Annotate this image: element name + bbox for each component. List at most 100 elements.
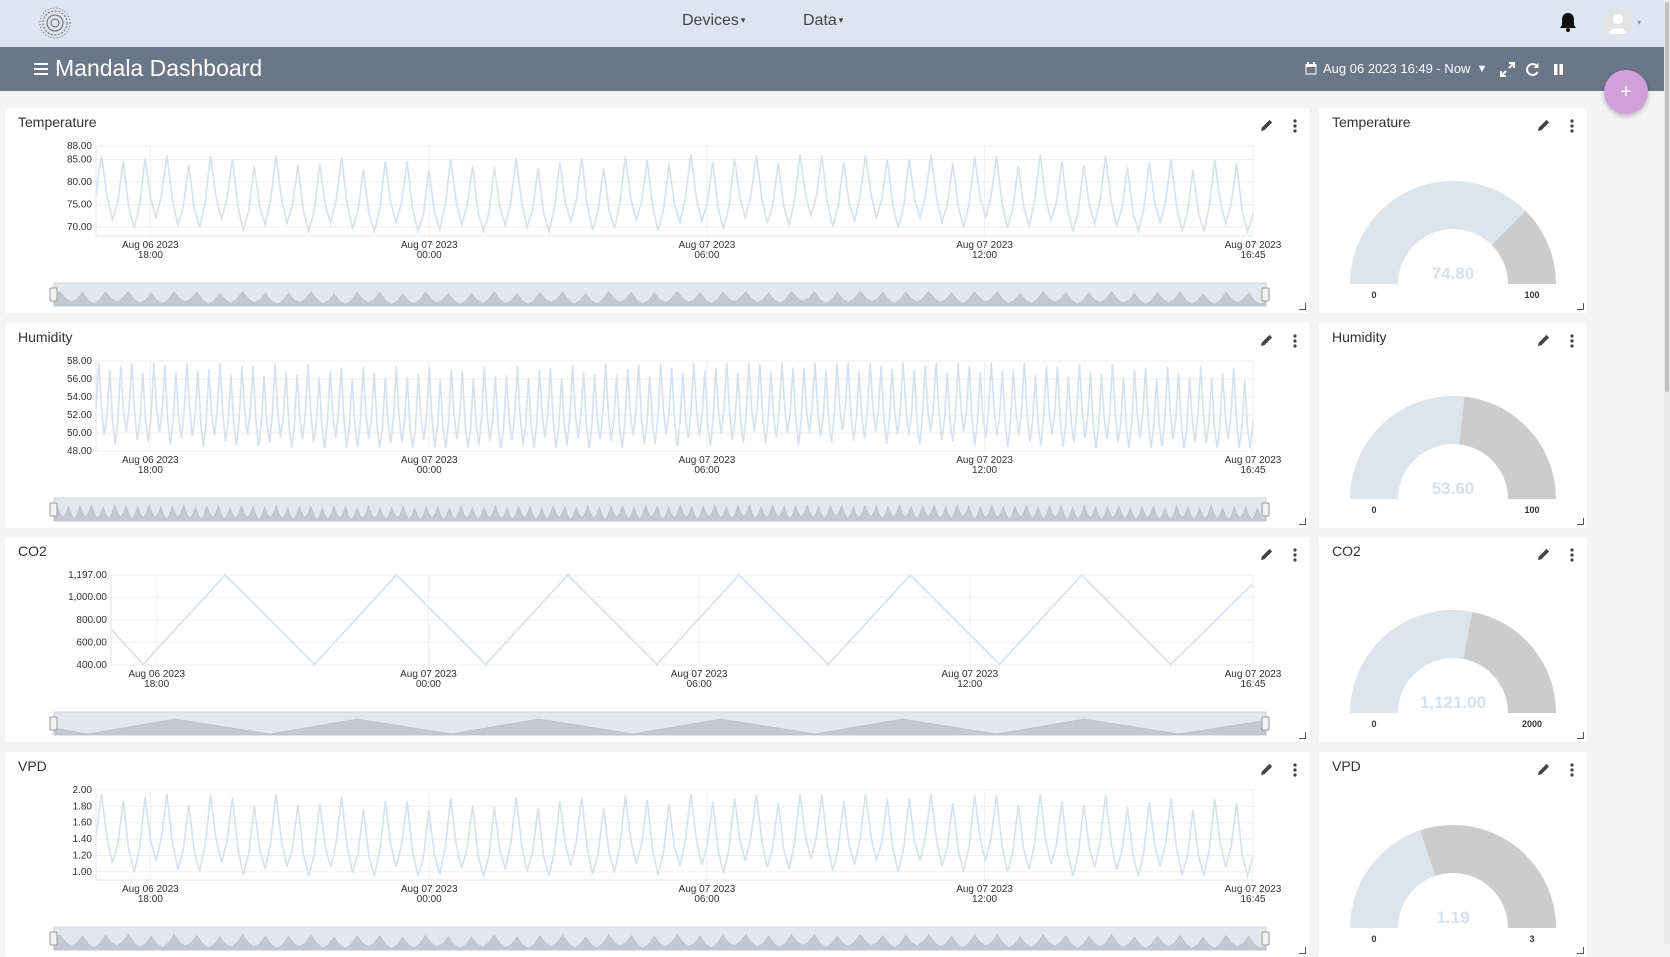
pause-icon[interactable] (1551, 62, 1566, 77)
resize-handle[interactable] (1577, 947, 1584, 954)
gauge-chart: 74.80 0 100 (1350, 181, 1556, 300)
date-range-picker[interactable]: Aug 06 2023 16:49 - Now ▼ (1305, 61, 1487, 76)
navigator-right-handle[interactable] (1261, 931, 1270, 946)
navigator-right-handle[interactable] (1261, 287, 1270, 302)
y-tick-label: 70.00 (67, 222, 92, 233)
x-tick-time: 06:00 (687, 679, 712, 690)
gauge-panel-humidity: Humidity 53.60 0 100 (1319, 323, 1587, 528)
resize-handle[interactable] (1577, 732, 1584, 739)
hamburger-menu-icon[interactable] (34, 63, 48, 75)
x-tick-label: Aug 06 2023 18:00 (122, 455, 179, 476)
x-tick-time: 06:00 (694, 465, 719, 476)
line-chart-panel-co2: CO2 1,197.00 1,000.00 800.00 600.00 400.00 Au… (5, 537, 1309, 742)
x-tick-time: 12:00 (972, 465, 997, 476)
line-chart-panel-vpd: VPD 2.00 1.80 1.60 1.40 1.20 1.00 Aug 06 2023 1… (5, 752, 1309, 957)
navigator-right-handle[interactable] (1261, 502, 1270, 517)
gauge-chart: 1.19 0 3 (1350, 825, 1556, 944)
resize-handle[interactable] (1299, 303, 1306, 310)
page-scrollbar[interactable] (1664, 0, 1670, 944)
y-tick-label: 48.00 (67, 446, 92, 457)
calendar-icon (1305, 62, 1317, 75)
avatar-caret-icon[interactable]: ▾ (1637, 18, 1641, 27)
x-tick-label: Aug 07 2023 06:00 (679, 240, 736, 261)
user-icon (1608, 14, 1628, 34)
x-tick-time: 12:00 (957, 679, 982, 690)
bell-icon[interactable] (1557, 11, 1579, 33)
navigator-left-handle[interactable] (49, 287, 58, 302)
scrollbar-thumb[interactable] (1665, 2, 1669, 392)
resize-handle[interactable] (1299, 947, 1306, 954)
gauge-min-label: 0 (1371, 290, 1376, 300)
x-tick-label: Aug 07 2023 16:45 (1225, 884, 1282, 905)
x-tick-time: 06:00 (694, 250, 719, 261)
x-tick-time: 12:00 (972, 250, 997, 261)
gauge-min-label: 0 (1371, 719, 1376, 729)
y-tick-label: 1,197.00 (68, 570, 107, 581)
x-tick-label: Aug 07 2023 00:00 (400, 669, 457, 690)
x-tick-time: 16:45 (1240, 679, 1265, 690)
gauge-panel-vpd: VPD 1.19 0 3 (1319, 752, 1587, 957)
series-line (95, 362, 1254, 449)
y-tick-label: 1.60 (73, 818, 93, 829)
x-tick-label: Aug 07 2023 00:00 (401, 240, 458, 261)
plot-area (95, 789, 1254, 881)
x-tick-label: Aug 07 2023 06:00 (671, 669, 728, 690)
refresh-icon[interactable] (1525, 62, 1540, 77)
x-tick-label: Aug 07 2023 12:00 (941, 669, 998, 690)
y-tick-label: 1.20 (73, 850, 93, 861)
x-tick-label: Aug 07 2023 00:00 (401, 884, 458, 905)
x-tick-label: Aug 07 2023 00:00 (401, 455, 458, 476)
navigator-right-handle[interactable] (1261, 716, 1270, 731)
y-tick-label: 56.00 (67, 374, 92, 385)
line-chart: 58.00 56.00 54.00 52.00 50.00 48.00 Aug 06 202… (49, 356, 1282, 522)
y-tick-label: 800.00 (76, 615, 107, 626)
page-title: Mandala Dashboard (55, 55, 263, 81)
y-tick-label: 52.00 (67, 410, 92, 421)
line-chart: 1,197.00 1,000.00 800.00 600.00 400.00 Aug 06… (49, 570, 1282, 736)
x-tick-label: Aug 07 2023 16:45 (1225, 240, 1282, 261)
y-tick-label: 600.00 (76, 637, 107, 648)
x-tick-label: Aug 06 2023 18:00 (122, 240, 179, 261)
gauge-value-label: 1,121.00 (1420, 693, 1486, 712)
add-widget-button[interactable]: + (1604, 70, 1648, 114)
dashboard-header: Mandala Dashboard Aug 06 2023 16:49 - No… (0, 47, 1664, 91)
x-tick-label: Aug 07 2023 16:45 (1225, 669, 1282, 690)
gauge-max-label: 3 (1529, 934, 1534, 944)
x-tick-label: Aug 06 2023 18:00 (128, 669, 185, 690)
x-tick-label: Aug 07 2023 12:00 (956, 884, 1013, 905)
series-line (95, 154, 1254, 235)
x-tick-time: 16:45 (1240, 465, 1265, 476)
navigator-left-handle[interactable] (49, 502, 58, 517)
devices-menu-label: Devices (682, 12, 739, 29)
gauge-chart: 53.60 0 100 (1350, 396, 1556, 515)
x-tick-time: 00:00 (417, 465, 442, 476)
fullscreen-icon[interactable] (1500, 62, 1515, 77)
x-tick-label: Aug 06 2023 18:00 (122, 884, 179, 905)
x-tick-time: 00:00 (417, 894, 442, 905)
y-tick-label: 80.00 (67, 177, 92, 188)
y-tick-label: 88.00 (67, 141, 92, 152)
gauge-max-label: 2000 (1522, 719, 1542, 729)
y-tick-label: 50.00 (67, 428, 92, 439)
mandala-logo-icon[interactable] (38, 6, 72, 40)
y-tick-label: 2.00 (73, 785, 93, 796)
resize-handle[interactable] (1299, 732, 1306, 739)
resize-handle[interactable] (1299, 518, 1306, 525)
user-avatar[interactable] (1604, 8, 1632, 36)
navigator-left-handle[interactable] (49, 931, 58, 946)
gauge-min-label: 0 (1371, 934, 1376, 944)
x-tick-label: Aug 07 2023 16:45 (1225, 455, 1282, 476)
data-menu[interactable]: Data ▾ (803, 12, 843, 30)
gauge-value-label: 74.80 (1432, 264, 1475, 283)
line-chart: 88.00 85.00 80.00 75.00 70.00 Aug 06 2023 18:0… (49, 141, 1282, 307)
x-tick-time: 18:00 (138, 894, 163, 905)
resize-handle[interactable] (1577, 518, 1584, 525)
devices-menu[interactable]: Devices ▾ (682, 12, 745, 30)
x-tick-label: Aug 07 2023 06:00 (679, 884, 736, 905)
date-range-label: Aug 06 2023 16:49 - Now (1323, 61, 1471, 76)
navigator-left-handle[interactable] (49, 716, 58, 731)
x-tick-time: 06:00 (694, 894, 719, 905)
line-chart-panel-temperature: Temperature 88.00 85.00 80.00 75.00 70.00 Aug… (5, 108, 1309, 313)
resize-handle[interactable] (1577, 303, 1584, 310)
caret-down-icon: ▼ (1476, 62, 1488, 75)
